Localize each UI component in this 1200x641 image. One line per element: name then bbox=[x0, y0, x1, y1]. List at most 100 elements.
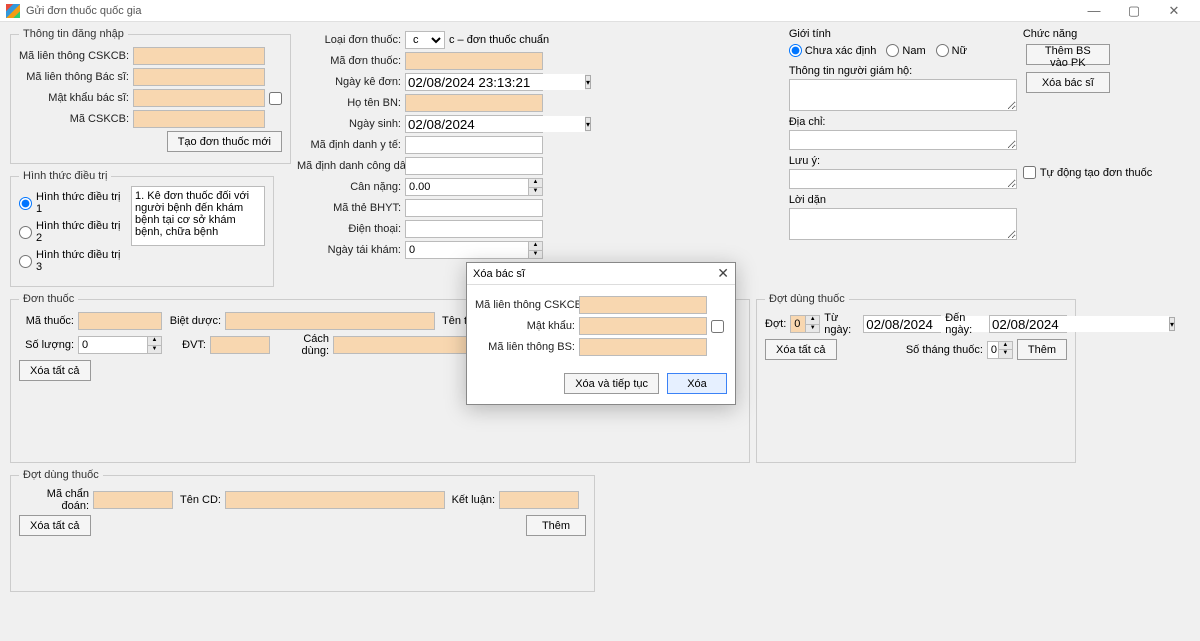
batch-delete-all-button[interactable]: Xóa tất cả bbox=[765, 339, 837, 360]
diag-group: Đợt dùng thuốc Mã chẩn đoán: Tên CD: Kết… bbox=[10, 469, 595, 592]
med-id-input[interactable] bbox=[405, 136, 543, 154]
close-button[interactable]: ✕ bbox=[1154, 3, 1194, 19]
rx-date-picker[interactable]: ▾ bbox=[405, 73, 543, 91]
treat-label-2: Hình thức điều trị 2 bbox=[36, 220, 125, 244]
dob-picker[interactable]: ▾ bbox=[405, 115, 543, 133]
minimize-button[interactable]: — bbox=[1074, 3, 1114, 18]
auto-rx-checkbox[interactable] bbox=[1023, 166, 1036, 179]
advice-input[interactable] bbox=[789, 208, 1017, 240]
treat-radio-2[interactable] bbox=[19, 226, 32, 239]
weight-input[interactable] bbox=[405, 178, 543, 196]
sex-male-label: Nam bbox=[902, 45, 925, 57]
batch-add-button[interactable]: Thêm bbox=[1017, 339, 1067, 360]
show-pw-checkbox[interactable] bbox=[269, 92, 282, 105]
calendar-icon[interactable]: ▾ bbox=[1169, 317, 1175, 331]
patient-name-input[interactable] bbox=[405, 94, 543, 112]
batch-to-picker[interactable]: ▾ bbox=[989, 315, 1067, 333]
rx-type-hint: c – đơn thuốc chuẩn bbox=[449, 34, 549, 46]
bs-input[interactable] bbox=[133, 68, 265, 86]
modal-bs-input[interactable] bbox=[579, 338, 707, 356]
batch-from-picker[interactable]: ▾ bbox=[863, 315, 941, 333]
rx-cid-label: Mã định danh công dân: bbox=[297, 160, 401, 172]
modal-delete-button[interactable]: Xóa bbox=[667, 373, 727, 394]
rx-code-input[interactable] bbox=[405, 52, 543, 70]
auto-rx-label: Tự động tạo đơn thuốc bbox=[1040, 167, 1152, 179]
drug-legend: Đơn thuốc bbox=[19, 293, 78, 305]
modal-close-button[interactable]: ✕ bbox=[717, 265, 729, 282]
drug-delete-all-button[interactable]: Xóa tất cả bbox=[19, 360, 91, 381]
diag-code-input[interactable] bbox=[93, 491, 173, 509]
spin-up-icon[interactable]: ▲ bbox=[998, 342, 1012, 351]
modal-pw-label: Mật khẩu: bbox=[475, 320, 575, 332]
modal-delete-continue-button[interactable]: Xóa và tiếp tục bbox=[564, 373, 659, 394]
login-group: Thông tin đăng nhập Mã liên thông CSKCB:… bbox=[10, 28, 291, 164]
rx-id-label: Mã định danh y tế: bbox=[297, 139, 401, 151]
treat-label-3: Hình thức điều trị 3 bbox=[36, 249, 125, 273]
spin-down-icon[interactable]: ▼ bbox=[998, 350, 1012, 358]
note-input[interactable] bbox=[789, 169, 1017, 189]
diag-concl-input[interactable] bbox=[499, 491, 579, 509]
drug-dvt-input[interactable] bbox=[210, 336, 270, 354]
rx-group: Loại đơn thuốc: c c – đơn thuốc chuẩn Mã… bbox=[297, 28, 783, 287]
spin-up-icon[interactable]: ▲ bbox=[528, 179, 542, 188]
modal-cskcb-input[interactable] bbox=[579, 296, 707, 314]
add-bs-button[interactable]: Thêm BS vào PK bbox=[1026, 44, 1110, 65]
citizen-id-input[interactable] bbox=[405, 157, 543, 175]
sex-female-label: Nữ bbox=[952, 45, 967, 57]
rx-type-select[interactable]: c bbox=[405, 31, 445, 49]
drug-qty-label: Số lượng: bbox=[19, 339, 74, 351]
func-legend: Chức năng bbox=[1023, 28, 1190, 40]
app-icon bbox=[6, 4, 20, 18]
calendar-icon[interactable]: ▾ bbox=[585, 75, 591, 89]
titlebar: Gửi đơn thuốc quốc gia — ▢ ✕ bbox=[0, 0, 1200, 22]
sex-female-radio[interactable] bbox=[936, 44, 949, 57]
advice-label: Lời dặn bbox=[789, 194, 1017, 206]
guardian-input[interactable] bbox=[789, 79, 1017, 111]
create-rx-button[interactable]: Tạo đơn thuốc mới bbox=[167, 131, 282, 152]
sex-unknown-radio[interactable] bbox=[789, 44, 802, 57]
sex-legend: Giới tính bbox=[789, 28, 1017, 40]
rx-date-value[interactable] bbox=[408, 74, 585, 90]
spin-down-icon[interactable]: ▼ bbox=[528, 188, 542, 196]
spin-down-icon[interactable]: ▼ bbox=[805, 325, 819, 333]
diag-delete-all-button[interactable]: Xóa tất cả bbox=[19, 515, 91, 536]
treatment-group: Hình thức điều trị Hình thức điều trị 1 … bbox=[10, 170, 274, 287]
drug-biet-label: Biệt dược: bbox=[166, 315, 221, 327]
treat-hint: 1. Kê đơn thuốc đối với người bệnh đến k… bbox=[131, 186, 265, 246]
batch-from-label: Từ ngày: bbox=[824, 312, 859, 336]
address-input[interactable] bbox=[789, 130, 1017, 150]
cskcb2-label: Mã CSKCB: bbox=[19, 113, 129, 125]
diag-add-button[interactable]: Thêm bbox=[526, 515, 586, 536]
treat-radio-3[interactable] bbox=[19, 255, 32, 268]
maximize-button[interactable]: ▢ bbox=[1114, 3, 1154, 19]
dob-value[interactable] bbox=[408, 116, 585, 132]
modal-show-pw-checkbox[interactable] bbox=[711, 320, 724, 333]
pw-input[interactable] bbox=[133, 89, 265, 107]
phone-input[interactable] bbox=[405, 220, 543, 238]
del-bs-button[interactable]: Xóa bác sĩ bbox=[1026, 72, 1110, 93]
revisit-input[interactable] bbox=[405, 241, 543, 259]
delete-doctor-modal: Xóa bác sĩ ✕ Mã liên thông CSKCB: Mật kh… bbox=[466, 262, 736, 405]
sex-male-radio[interactable] bbox=[886, 44, 899, 57]
drug-biet-input[interactable] bbox=[225, 312, 435, 330]
batch-legend: Đợt dùng thuốc bbox=[765, 293, 849, 305]
spin-up-icon[interactable]: ▲ bbox=[805, 316, 819, 325]
spin-down-icon[interactable]: ▼ bbox=[528, 251, 542, 259]
diag-name-input[interactable] bbox=[225, 491, 445, 509]
window-title: Gửi đơn thuốc quốc gia bbox=[26, 5, 1074, 17]
modal-pw-input[interactable] bbox=[579, 317, 707, 335]
cskcb2-input[interactable] bbox=[133, 110, 265, 128]
cskcb-input[interactable] bbox=[133, 47, 265, 65]
note-label: Lưu ý: bbox=[789, 155, 1017, 167]
spin-down-icon[interactable]: ▼ bbox=[147, 346, 161, 354]
treat-radio-1[interactable] bbox=[19, 197, 32, 210]
bhyt-input[interactable] bbox=[405, 199, 543, 217]
calendar-icon[interactable]: ▾ bbox=[585, 117, 591, 131]
drug-usage-label: Cách dùng: bbox=[274, 333, 329, 357]
pw-label: Mật khẩu bác sĩ: bbox=[19, 92, 129, 104]
spin-up-icon[interactable]: ▲ bbox=[147, 337, 161, 346]
drug-code-input[interactable] bbox=[78, 312, 162, 330]
spin-up-icon[interactable]: ▲ bbox=[528, 242, 542, 251]
modal-bs-label: Mã liên thông BS: bbox=[475, 341, 575, 353]
diag-code-label: Mã chẩn đoán: bbox=[19, 488, 89, 512]
